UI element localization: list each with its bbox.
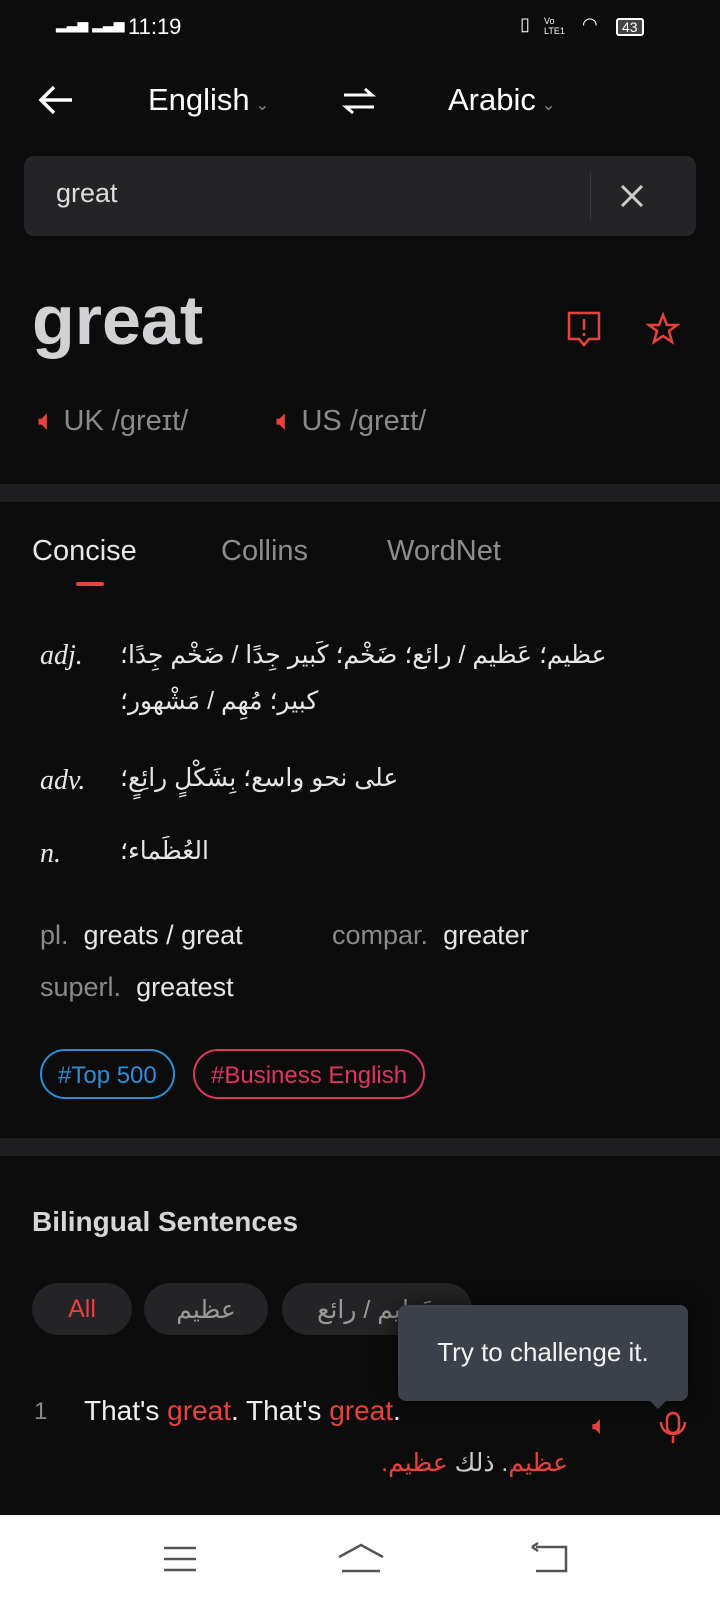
inflections-row-2: superl. greatest: [40, 972, 234, 1003]
report-icon[interactable]: [566, 310, 602, 348]
back-icon[interactable]: [530, 1541, 570, 1575]
chevron-down-icon: ⌄: [255, 97, 270, 114]
swap-icon[interactable]: [342, 86, 376, 116]
definition-adj-2: كبير؛ مُهِم / مَشْهور؛: [120, 687, 319, 715]
sentence-ar: عظيم. ذلك عظيم.: [381, 1448, 568, 1478]
tab-concise[interactable]: Concise: [32, 535, 137, 568]
home-icon[interactable]: [336, 1541, 386, 1575]
source-language-dropdown[interactable]: English ⌄: [148, 82, 269, 118]
source-language: English: [148, 82, 250, 117]
highlight: great: [329, 1395, 394, 1426]
superl-label: superl.: [40, 972, 122, 1002]
highlight: عظيم: [508, 1449, 568, 1477]
plural-form: greats / great: [83, 920, 243, 950]
volte-icon: Vo LTE1: [544, 16, 565, 36]
sentence-number: 1: [34, 1398, 48, 1425]
tag-business-english[interactable]: #Business English: [193, 1049, 426, 1099]
definition-n: العُظَماء؛: [120, 837, 209, 865]
tab-collins[interactable]: Collins: [221, 535, 308, 568]
tooltip: Try to challenge it.: [398, 1305, 688, 1409]
highlight: عظيم: [388, 1449, 448, 1477]
pl-label: pl.: [40, 920, 69, 950]
pos-n: n.: [40, 838, 61, 869]
inflections-compar: compar. greater: [332, 920, 529, 951]
status-bar: ▂▃▅ ▂▃▅ 11:19 ▯ Vo LTE1 ◠ 43: [0, 14, 720, 44]
filter-azim[interactable]: عظيم: [144, 1283, 268, 1335]
wifi-icon: ◠: [582, 14, 598, 34]
microphone-icon[interactable]: [656, 1410, 690, 1446]
filter-all[interactable]: All: [32, 1283, 132, 1335]
text: .: [393, 1395, 401, 1426]
tag-top-500[interactable]: #Top 500: [40, 1049, 175, 1099]
target-language: Arabic: [448, 82, 536, 117]
text: That's: [84, 1395, 168, 1426]
header: English ⌄ Arabic ⌄: [0, 70, 720, 130]
uk-ipa: /greɪt/: [111, 405, 189, 437]
clear-icon[interactable]: [620, 184, 644, 208]
us-ipa: /greɪt/: [349, 405, 427, 437]
speaker-icon: 🔈︎: [38, 405, 56, 437]
clock: 11:19: [128, 14, 182, 39]
uk-pronunciation[interactable]: 🔈︎ UK /greɪt/: [38, 405, 188, 438]
battery-icon: 43: [616, 18, 644, 36]
search-bar: [24, 156, 696, 236]
divider: [590, 172, 591, 220]
back-arrow-icon[interactable]: [38, 84, 74, 116]
superlative-form: greatest: [136, 972, 234, 1002]
section-divider: [0, 484, 720, 502]
vibrate-icon: ▯: [520, 14, 530, 34]
pos-adj: adj.: [40, 640, 83, 671]
system-nav-bar: [0, 1515, 720, 1600]
compar-label: compar.: [332, 920, 429, 950]
tab-wordnet[interactable]: WordNet: [387, 535, 501, 568]
us-label: US: [301, 405, 342, 437]
speaker-icon: 🔈︎: [276, 405, 294, 437]
pos-adv: adv.: [40, 765, 86, 796]
speaker-icon[interactable]: 🔈︎: [592, 1410, 608, 1442]
section-title: Bilingual Sentences: [32, 1206, 299, 1237]
comparative-form: greater: [443, 920, 529, 950]
highlight: great: [167, 1395, 231, 1426]
definition-adj-1: عظيم؛ عَظيم / رائع؛ ضَخْم؛ كَبير جِدًا /…: [120, 641, 607, 669]
us-pronunciation[interactable]: 🔈︎ US /greɪt/: [276, 405, 426, 438]
tooltip-text: Try to challenge it.: [437, 1337, 649, 1367]
text: . That's: [230, 1395, 330, 1426]
uk-label: UK: [63, 405, 104, 437]
headword: great: [32, 281, 204, 359]
text: . ذلك: [447, 1449, 509, 1477]
star-icon[interactable]: [646, 312, 680, 346]
search-input[interactable]: [56, 178, 576, 209]
section-divider: [0, 1138, 720, 1156]
chevron-down-icon: ⌄: [541, 97, 556, 114]
sentence-en[interactable]: That's great. That's great.: [84, 1395, 401, 1427]
menu-icon[interactable]: [162, 1545, 198, 1573]
active-tab-indicator: [76, 582, 104, 586]
inflections-row-1: pl. greats / great: [40, 920, 243, 951]
signal-icon: ▂▃▅ ▂▃▅: [56, 16, 125, 32]
definition-adv: على نحو واسع؛ بِشَكْلٍ رائِعٍ؛: [120, 764, 399, 792]
target-language-dropdown[interactable]: Arabic ⌄: [448, 82, 555, 118]
